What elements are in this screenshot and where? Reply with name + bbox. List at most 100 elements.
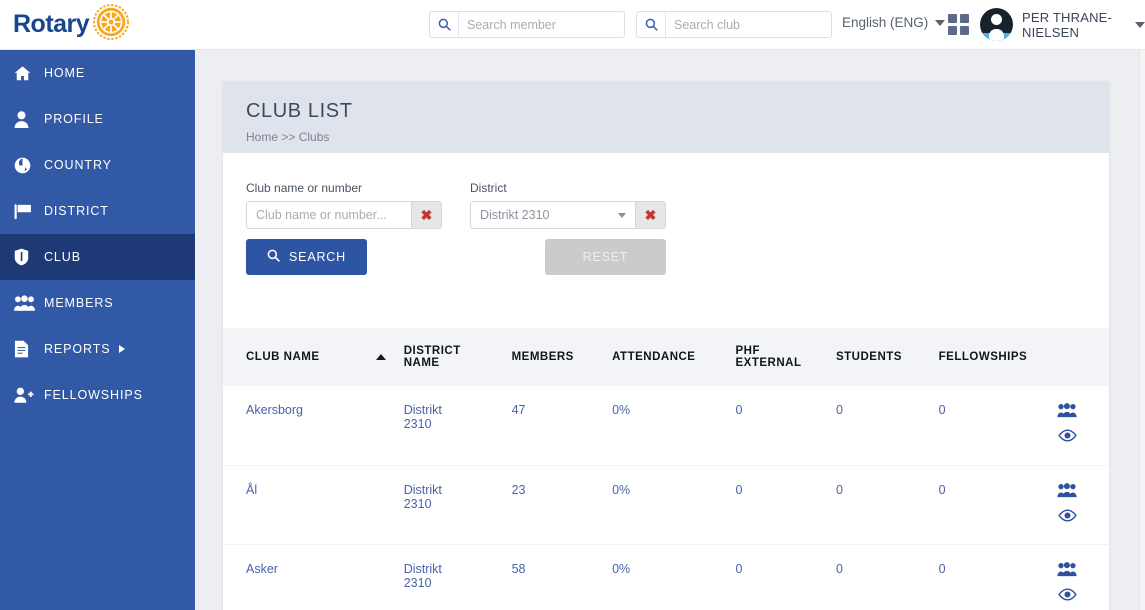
column-header-actions [1057, 328, 1109, 386]
cell-actions [1057, 543, 1109, 610]
column-label: ATTENDANCE [612, 351, 696, 363]
cell-club-name[interactable]: Akersborg [223, 386, 404, 465]
sidebar-item-reports[interactable]: REPORTS [0, 326, 195, 372]
language-selector[interactable]: English (ENG) [842, 15, 946, 30]
column-label: FELLOWSHIPS [938, 351, 1028, 363]
sidebar-item-country[interactable]: COUNTRY [0, 142, 195, 188]
club-name-link[interactable]: Akersborg [246, 403, 303, 417]
chevron-right-icon [118, 345, 125, 353]
sidebar-label: PROFILE [44, 112, 104, 126]
cell-phf-external: 0 [735, 403, 743, 417]
user-name-label: PER THRANE-NIELSEN [1022, 9, 1113, 40]
user-avatar-icon [980, 8, 1013, 41]
chevron-down-icon [1135, 21, 1145, 28]
column-header-students[interactable]: STUDENTS [836, 328, 939, 386]
club-list-card: CLUB LIST Home >> Clubs Club name or num… [223, 81, 1109, 610]
eye-view-icon[interactable] [1057, 587, 1077, 601]
club-name-link[interactable]: Ål [246, 483, 257, 497]
sidebar-item-fellowships[interactable]: FELLOWSHIPS [0, 372, 195, 418]
sidebar-label: COUNTRY [44, 158, 112, 172]
language-label: English (ENG) [842, 15, 929, 30]
sidebar-label: REPORTS [44, 342, 111, 356]
search-icon [267, 249, 280, 265]
sort-ascending-icon [375, 354, 386, 360]
club-name-filter-group: Club name or number ✖ [246, 181, 442, 229]
grid-cell [948, 26, 957, 35]
column-header-members[interactable]: MEMBERS [512, 328, 613, 386]
column-header-phf-external[interactable]: PHF EXTERNAL [736, 328, 836, 386]
club-name-link[interactable]: Asker [246, 562, 278, 576]
column-label: CLUB NAME [246, 351, 320, 363]
members-group-icon[interactable] [1057, 403, 1077, 418]
column-label: MEMBERS [511, 351, 574, 363]
sidebar-label: FELLOWSHIPS [44, 388, 143, 402]
cell-club-name[interactable]: Asker [223, 543, 404, 610]
cell-attendance: 0% [612, 403, 631, 417]
search-button[interactable]: SEARCH [246, 239, 367, 275]
cell-actions [1057, 386, 1109, 465]
table-row: Asker Distrikt 2310 58 0% 0 0 0 [223, 543, 1109, 610]
brand-text: Rotary [13, 10, 90, 38]
sidebar-item-members[interactable]: MEMBERS [0, 280, 195, 326]
brand-logo[interactable]: Rotary [0, 0, 195, 50]
chevron-down-icon [618, 212, 626, 218]
sidebar-label: MEMBERS [44, 296, 114, 310]
district-select-value: Distrikt 2310 [480, 208, 550, 222]
search-icon [637, 12, 666, 37]
cell-club-name[interactable]: Ål [223, 464, 404, 544]
cell-fellowships: 0 [938, 464, 1057, 544]
document-icon [14, 340, 44, 358]
cell-district-name[interactable]: Distrikt 2310 [404, 386, 512, 465]
breadcrumb-current: Clubs [298, 130, 330, 144]
club-list-table: CLUB NAME DISTRICT NAME MEMBERS ATTENDAN… [223, 328, 1109, 610]
breadcrumb: Home >> Clubs [246, 130, 1086, 144]
user-menu[interactable]: PER THRANE-NIELSEN [980, 8, 1145, 41]
member-search-box[interactable] [429, 11, 625, 38]
district-name-link[interactable]: Distrikt 2310 [404, 403, 454, 431]
clear-club-name-button[interactable]: ✖ [411, 201, 442, 229]
cell-students: 0 [835, 403, 843, 417]
members-group-icon[interactable] [1057, 561, 1077, 577]
cell-district-name[interactable]: Distrikt 2310 [403, 464, 512, 544]
district-select[interactable]: Distrikt 2310 [470, 201, 635, 229]
district-filter-label: District [470, 181, 507, 195]
cell-members: 47 [511, 403, 526, 417]
sidebar-label: CLUB [44, 250, 81, 264]
sidebar-item-home[interactable]: HOME [0, 50, 195, 96]
column-header-district-name[interactable]: DISTRICT NAME [404, 328, 512, 386]
club-search-input[interactable] [666, 12, 826, 37]
members-group-icon[interactable] [1057, 482, 1077, 498]
club-name-filter-input[interactable] [246, 201, 411, 229]
sidebar-item-club[interactable]: CLUB [0, 234, 195, 280]
club-search-box[interactable] [636, 11, 832, 38]
grid-apps-icon[interactable] [948, 14, 969, 35]
reset-button[interactable]: RESET [545, 239, 666, 275]
column-header-fellowships[interactable]: FELLOWSHIPS [939, 328, 1057, 386]
district-name-link[interactable]: Distrikt 2310 [404, 562, 454, 590]
rotary-wheel-icon [93, 4, 130, 45]
filter-panel: Club name or number ✖ District Distrikt … [223, 153, 1109, 328]
column-header-club-name[interactable]: CLUB NAME [223, 328, 404, 386]
page-scrollbar[interactable] [1139, 50, 1145, 610]
card-header: CLUB LIST Home >> Clubs [223, 81, 1109, 153]
table-header-row: CLUB NAME DISTRICT NAME MEMBERS ATTENDAN… [223, 328, 1109, 386]
cell-district-name[interactable]: Distrikt 2310 [403, 543, 512, 610]
cell-fellowships: 0 [938, 543, 1057, 610]
search-button-label: SEARCH [289, 250, 346, 264]
clear-district-button[interactable]: ✖ [635, 201, 666, 229]
chevron-down-icon [935, 19, 946, 26]
column-label: STUDENTS [835, 351, 902, 363]
sidebar-item-profile[interactable]: PROFILE [0, 96, 195, 142]
eye-view-icon[interactable] [1057, 508, 1077, 522]
district-name-link[interactable]: Distrikt 2310 [404, 483, 454, 511]
cell-students: 0 [835, 543, 939, 610]
grid-cell [960, 26, 969, 35]
breadcrumb-home[interactable]: Home [246, 130, 278, 144]
page-title: CLUB LIST [246, 100, 353, 122]
cell-attendance: 0% [612, 543, 736, 610]
eye-view-icon[interactable] [1057, 429, 1077, 442]
sidebar-item-district[interactable]: DISTRICT [0, 188, 195, 234]
globe-icon [14, 157, 44, 174]
member-search-input[interactable] [459, 12, 619, 37]
column-header-attendance[interactable]: ATTENDANCE [612, 328, 735, 386]
